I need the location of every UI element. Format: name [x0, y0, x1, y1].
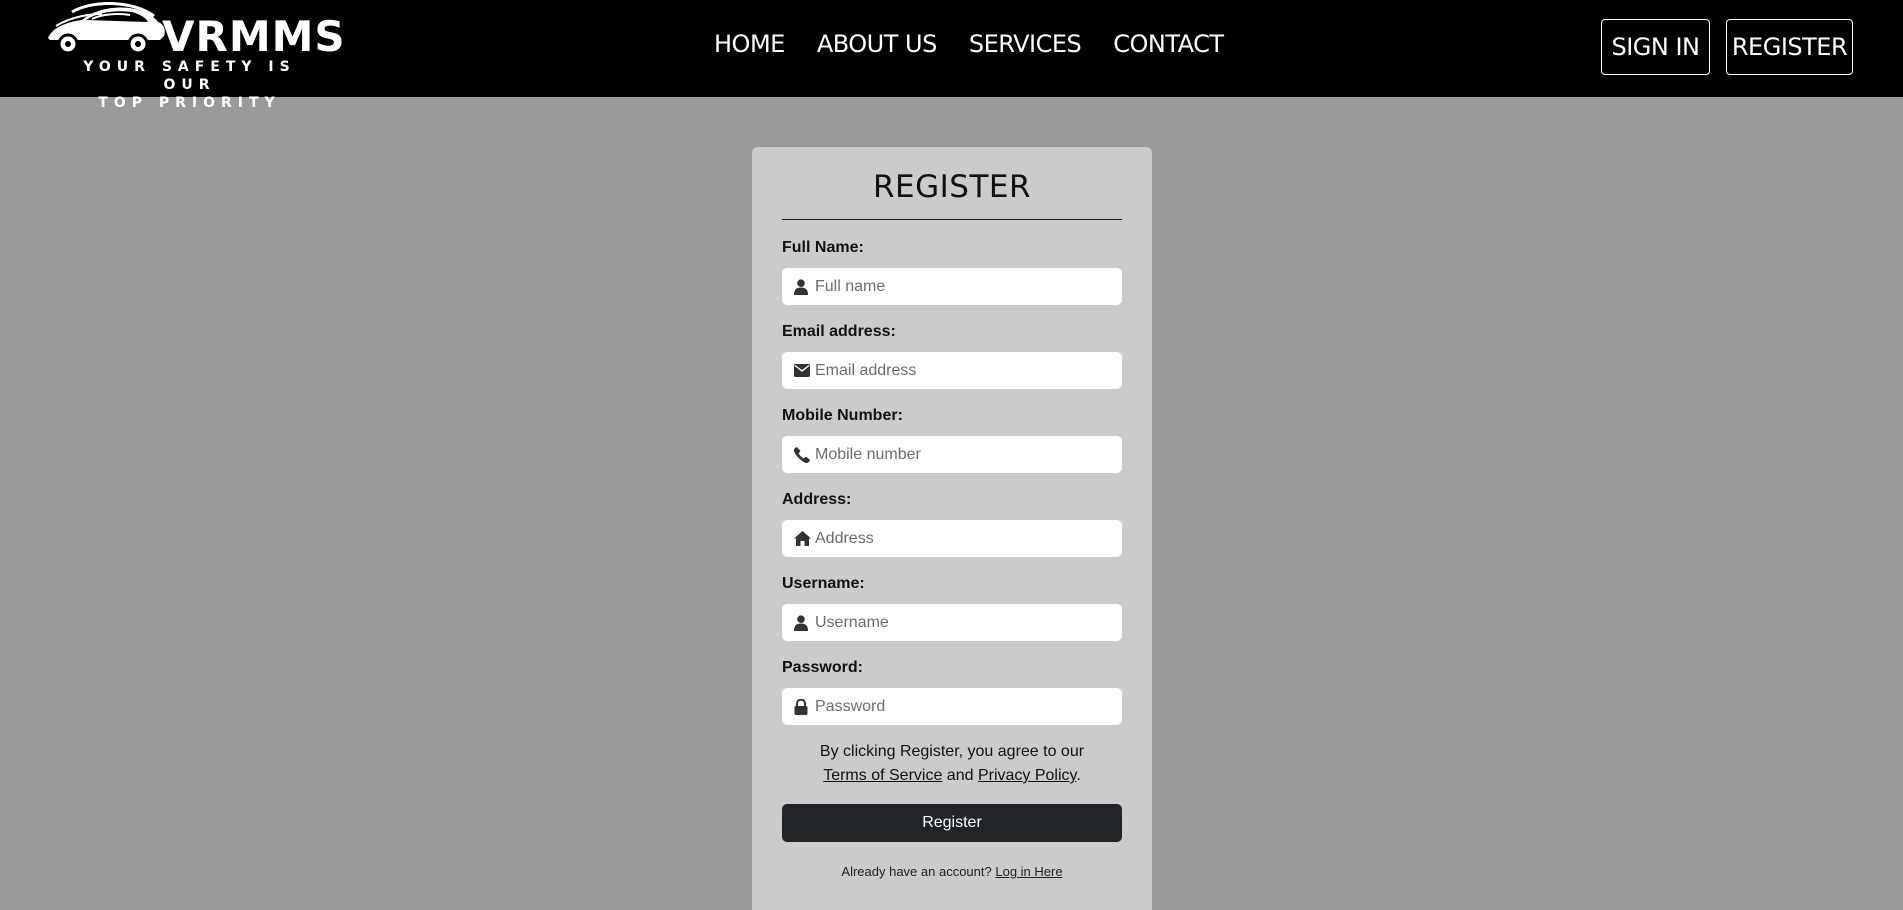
privacy-policy-link[interactable]: Privacy Policy [978, 767, 1076, 784]
register-submit-button[interactable]: Register [782, 804, 1122, 842]
tagline-line-2: TOP PRIORITY [98, 95, 281, 111]
email-field[interactable] [782, 352, 1122, 389]
car-logo-icon [48, 2, 165, 55]
address-field[interactable] [782, 520, 1122, 557]
period-text: . [1076, 767, 1081, 784]
address-input[interactable] [815, 529, 1105, 548]
full-name-field[interactable] [782, 268, 1122, 305]
user-icon [794, 278, 811, 295]
agree-links-line: Terms of Service and Privacy Policy. [782, 764, 1122, 788]
register-card: REGISTER Full Name: Email address: Mobil… [752, 147, 1152, 910]
phone-icon [794, 446, 811, 463]
email-label: Email address: [782, 323, 896, 340]
password-label: Password: [782, 659, 863, 676]
brand-tagline: YOUR SAFETY IS OUR TOP PRIORITY [62, 58, 317, 112]
username-input[interactable] [815, 613, 1105, 632]
mobile-label: Mobile Number: [782, 407, 903, 424]
brand-name: VRMMS [162, 12, 346, 61]
full-name-label: Full Name: [782, 239, 864, 256]
form-title: REGISTER [872, 169, 1032, 205]
top-navbar: VRMMS YOUR SAFETY IS OUR TOP PRIORITY HO… [0, 0, 1903, 111]
password-input[interactable] [815, 697, 1105, 716]
and-text: and [946, 767, 974, 784]
sign-in-button[interactable]: SIGN IN [1601, 19, 1710, 75]
nav-contact[interactable]: CONTACT [1113, 30, 1224, 58]
terms-agreement: By clicking Register, you agree to our T… [782, 740, 1122, 788]
brand-logo[interactable]: VRMMS YOUR SAFETY IS OUR TOP PRIORITY [42, 2, 352, 111]
nav-services[interactable]: SERVICES [969, 30, 1082, 58]
username-label: Username: [782, 575, 865, 592]
nav-about-us[interactable]: ABOUT US [817, 30, 938, 58]
nav-home[interactable]: HOME [714, 30, 785, 58]
password-field[interactable] [782, 688, 1122, 725]
username-field[interactable] [782, 604, 1122, 641]
agree-text: By clicking Register, you agree to our [819, 743, 1085, 760]
register-nav-button[interactable]: REGISTER [1726, 19, 1853, 75]
email-input[interactable] [815, 361, 1105, 380]
login-prompt-text: Already have an account? [841, 864, 992, 879]
login-link[interactable]: Log in Here [995, 864, 1062, 879]
full-name-input[interactable] [815, 277, 1105, 296]
title-divider [782, 219, 1122, 220]
main-nav: HOME ABOUT US SERVICES CONTACT [714, 30, 1224, 58]
login-prompt: Already have an account? Log in Here [752, 864, 1152, 879]
home-icon [794, 530, 811, 547]
lock-icon [794, 698, 811, 715]
envelope-icon [794, 362, 811, 379]
user-icon [794, 614, 811, 631]
terms-of-service-link[interactable]: Terms of Service [823, 767, 942, 784]
tagline-line-1: YOUR SAFETY IS OUR [83, 59, 296, 93]
mobile-field[interactable] [782, 436, 1122, 473]
mobile-input[interactable] [815, 445, 1105, 464]
address-label: Address: [782, 491, 852, 508]
